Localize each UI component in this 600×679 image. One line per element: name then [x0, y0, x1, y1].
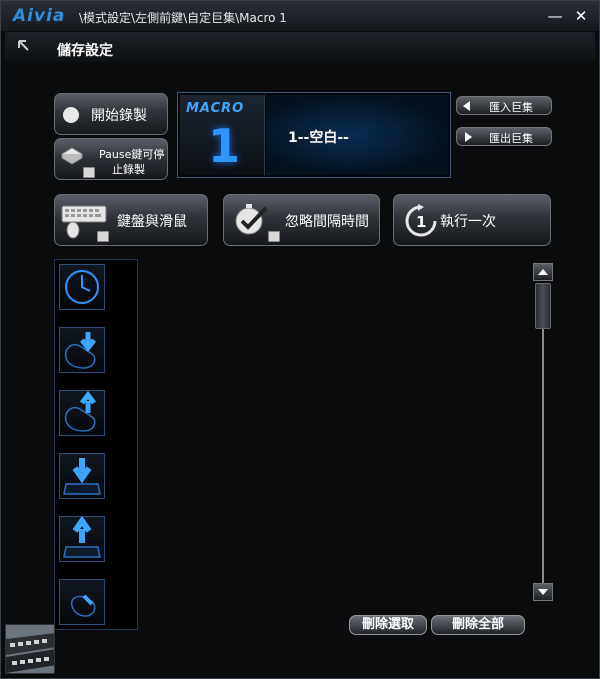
record-dot-icon [63, 107, 79, 123]
chevron-up-icon [538, 269, 548, 275]
triangle-right-icon [465, 132, 472, 142]
start-recording-label: 開始錄製 [91, 108, 147, 124]
run-once-button[interactable]: 1 執行一次 [393, 194, 551, 246]
scroll-down-button[interactable] [533, 583, 553, 601]
pause-stop-recording-button[interactable]: Pause鍵可停 止錄製 [54, 138, 168, 180]
keyboard-thumbnail-image [5, 624, 55, 674]
pause-note-line1: Pause鍵可停 [99, 148, 165, 161]
window-title-path: \模式設定\左側前鍵\自定巨集\Macro 1 [79, 11, 287, 25]
triangle-left-icon [463, 101, 470, 111]
keyboard-mouse-button[interactable]: 鍵盤與滑鼠 [54, 194, 208, 246]
small-key-icon [97, 231, 109, 242]
list-item[interactable] [59, 327, 105, 373]
section-title: 儲存設定 [57, 43, 113, 59]
repeat-count-number: 1 [416, 213, 426, 231]
chevron-down-icon [538, 589, 548, 595]
delete-selected-button[interactable]: 刪除選取 [349, 615, 427, 635]
export-macro-button[interactable]: 匯出巨集 [456, 127, 552, 146]
macro-event-list [54, 259, 138, 630]
small-key-icon [83, 167, 95, 178]
run-once-label: 執行一次 [440, 214, 496, 230]
mouse-button-down-icon [64, 332, 96, 369]
list-item[interactable] [59, 390, 105, 436]
macro-name-area: 1--空白-- [266, 95, 448, 175]
keyboard-mouse-label: 鍵盤與滑鼠 [117, 214, 187, 230]
list-item[interactable] [59, 453, 105, 499]
mouse-button-up-icon [64, 390, 96, 432]
repeat-count-icon: 1 [405, 204, 437, 237]
ignore-interval-button[interactable]: 忽略間隔時間 [223, 194, 380, 246]
keyboard-photo-icon [6, 625, 54, 673]
scroll-up-button[interactable] [533, 263, 553, 281]
section-header: 儲存設定 [5, 32, 595, 62]
import-macro-button[interactable]: 匯入巨集 [456, 96, 552, 115]
scroll-thumb[interactable] [535, 283, 551, 329]
export-macro-label: 匯出巨集 [489, 132, 533, 145]
stopwatch-check-icon [235, 204, 268, 235]
macro-logo-tile: MACRO 1 [180, 95, 265, 175]
clock-delay-icon [65, 270, 99, 304]
key-up-icon [63, 515, 101, 558]
ignore-interval-label: 忽略間隔時間 [285, 214, 369, 230]
import-macro-label: 匯入巨集 [489, 101, 533, 114]
list-item[interactable] [59, 515, 105, 562]
keyboard-key-stack-icon [61, 147, 83, 165]
delete-all-button[interactable]: 刪除全部 [431, 615, 525, 635]
event-list-scrollbar[interactable] [533, 263, 553, 603]
minimize-button[interactable]: — [546, 7, 564, 25]
title-bar: Aivia \模式設定\左側前鍵\自定巨集\Macro 1 — ✕ [1, 1, 599, 31]
macro-number: 1 [208, 119, 241, 173]
mouse-button-icon [70, 594, 96, 617]
aivia-logo: Aivia [13, 6, 66, 26]
list-item[interactable] [59, 264, 105, 310]
macro-display-panel: MACRO 1 1--空白-- [177, 92, 451, 178]
small-key-icon [268, 231, 280, 242]
macro-name: 1--空白-- [288, 130, 349, 146]
key-down-icon [63, 458, 101, 495]
pause-note-line2: 止錄製 [112, 163, 145, 176]
macro-settings-window: Aivia \模式設定\左側前鍵\自定巨集\Macro 1 — ✕ 儲存設定 開… [0, 0, 600, 679]
macro-logo-word: MACRO [186, 101, 245, 116]
list-item[interactable] [59, 579, 105, 625]
close-button[interactable]: ✕ [572, 7, 590, 25]
start-recording-button[interactable]: 開始錄製 [54, 93, 168, 135]
back-arrow-icon[interactable] [15, 38, 31, 54]
